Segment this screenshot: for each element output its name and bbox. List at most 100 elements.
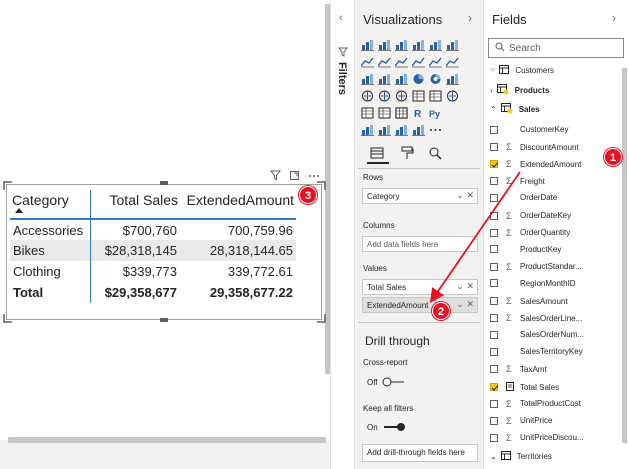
drill-through-well[interactable]: Add drill-through fields here bbox=[362, 444, 478, 462]
card-icon[interactable] bbox=[412, 89, 425, 102]
field-checkbox[interactable] bbox=[490, 245, 498, 254]
column-header-extended-amount[interactable]: ExtendedAmount bbox=[180, 190, 296, 220]
field-checkbox[interactable] bbox=[490, 228, 498, 237]
field-item[interactable]: SalesOrderNum... bbox=[490, 330, 584, 339]
field-item[interactable]: Σ OrderDateKey bbox=[490, 211, 571, 221]
r-visual-icon[interactable]: R bbox=[412, 106, 425, 120]
field-checkbox[interactable] bbox=[490, 399, 498, 408]
field-checkbox[interactable] bbox=[490, 314, 498, 323]
remove-field-icon[interactable]: ⌄ ✕ bbox=[456, 299, 474, 310]
remove-field-icon[interactable]: ⌄ ✕ bbox=[456, 281, 474, 292]
stacked-column-icon[interactable] bbox=[378, 38, 391, 51]
column-header-total-sales[interactable]: Total Sales bbox=[89, 190, 180, 220]
field-checkbox[interactable] bbox=[490, 433, 498, 442]
remove-field-icon[interactable]: ⌄ ✕ bbox=[456, 190, 474, 201]
field-checkbox[interactable] bbox=[490, 347, 498, 356]
kpi-icon[interactable] bbox=[446, 89, 459, 102]
gauge-icon[interactable] bbox=[395, 89, 408, 102]
ribbon-chart-icon[interactable] bbox=[445, 55, 459, 68]
keep-all-filters-toggle[interactable]: On bbox=[367, 422, 406, 432]
table-row[interactable]: Clothing $339,773 339,772.61 bbox=[10, 261, 296, 282]
field-item[interactable]: CustomerKey bbox=[490, 125, 568, 134]
resize-handle-bottom-right[interactable] bbox=[316, 313, 326, 323]
field-checkbox[interactable] bbox=[490, 160, 499, 169]
filled-map-icon[interactable] bbox=[378, 89, 391, 102]
line-column-icon[interactable] bbox=[411, 55, 425, 68]
decomposition-tree-icon[interactable] bbox=[378, 123, 391, 136]
field-item[interactable]: Σ SalesAmount bbox=[490, 296, 568, 306]
field-checkbox[interactable] bbox=[490, 211, 498, 220]
matrix-visual-icon[interactable] bbox=[395, 106, 408, 119]
field-item[interactable]: Σ TotalProductCost bbox=[490, 399, 581, 409]
table-sales[interactable]: ⌃ Sales bbox=[490, 103, 540, 116]
key-influencers-icon[interactable] bbox=[361, 123, 374, 136]
rows-well[interactable]: Category ⌄ ✕ bbox=[362, 188, 478, 204]
field-item[interactable]: OrderDate bbox=[490, 193, 557, 202]
chevron-left-icon[interactable]: ‹ bbox=[339, 12, 343, 24]
field-checkbox[interactable] bbox=[490, 279, 498, 288]
columns-well[interactable]: Add data fields here bbox=[362, 236, 478, 252]
field-item[interactable]: Σ Freight bbox=[490, 176, 545, 186]
field-item[interactable]: Σ UnitPrice bbox=[490, 416, 552, 426]
clustered-column-icon[interactable] bbox=[412, 38, 425, 51]
field-item[interactable]: Σ ExtendedAmount bbox=[490, 159, 581, 169]
treemap-icon[interactable] bbox=[446, 72, 459, 85]
python-visual-icon[interactable]: Py bbox=[429, 106, 442, 119]
field-checkbox[interactable] bbox=[490, 416, 498, 425]
field-checkbox[interactable] bbox=[490, 193, 498, 202]
sort-ascending-icon[interactable] bbox=[12, 208, 88, 214]
100-column-icon[interactable] bbox=[446, 38, 459, 51]
table-visual-icon[interactable] bbox=[378, 106, 391, 119]
resize-handle-bottom[interactable] bbox=[160, 318, 168, 322]
stacked-bar-icon[interactable] bbox=[361, 38, 374, 51]
cross-report-toggle[interactable]: Off bbox=[367, 377, 406, 387]
field-item[interactable]: Total Sales bbox=[490, 381, 559, 393]
line-chart-icon[interactable] bbox=[360, 55, 374, 68]
field-checkbox[interactable] bbox=[490, 177, 498, 186]
multi-row-card-icon[interactable] bbox=[429, 89, 442, 102]
table-customers[interactable]: ⌵ Customers bbox=[490, 65, 554, 75]
field-checkbox[interactable] bbox=[490, 262, 498, 271]
stacked-area-icon[interactable] bbox=[394, 55, 408, 68]
field-item[interactable]: Σ TaxAmt bbox=[490, 364, 547, 374]
focus-mode-icon[interactable] bbox=[289, 170, 300, 184]
analytics-icon[interactable] bbox=[428, 146, 442, 165]
field-item[interactable]: Σ UnitPriceDiscou... bbox=[490, 433, 584, 443]
table-products[interactable]: › Products bbox=[490, 84, 549, 97]
fields-scrollbar[interactable] bbox=[622, 68, 627, 443]
field-item[interactable]: Σ ProductStandar... bbox=[490, 262, 582, 272]
field-checkbox[interactable] bbox=[490, 330, 498, 339]
resize-handle-top[interactable] bbox=[160, 181, 168, 185]
column-header-category[interactable]: Category bbox=[10, 190, 90, 220]
field-checkbox[interactable] bbox=[490, 143, 498, 152]
paint-roller-icon[interactable] bbox=[400, 146, 414, 165]
values-field-total-sales[interactable]: Total Sales ⌄ ✕ bbox=[362, 279, 478, 295]
more-visuals-icon[interactable] bbox=[429, 123, 442, 135]
scatter-icon[interactable] bbox=[395, 72, 408, 85]
smart-narrative-icon[interactable] bbox=[412, 123, 425, 136]
field-item[interactable]: ProductKey bbox=[490, 245, 561, 254]
search-input[interactable]: Search bbox=[488, 38, 624, 58]
area-chart-icon[interactable] bbox=[377, 55, 391, 68]
waterfall-icon[interactable] bbox=[361, 72, 374, 85]
map-icon[interactable] bbox=[361, 89, 374, 102]
field-checkbox[interactable] bbox=[490, 383, 499, 391]
pie-chart-icon[interactable] bbox=[412, 72, 425, 84]
filters-label[interactable]: Filters bbox=[336, 62, 348, 95]
table-row[interactable]: Accessories $700,760 700,759.96 bbox=[10, 219, 296, 240]
total-row[interactable]: Total $29,358,677 29,358,677.22 bbox=[10, 282, 296, 303]
clustered-bar-icon[interactable] bbox=[395, 38, 408, 51]
values-field-extended-amount[interactable]: ExtendedAmount ⌄ ✕ bbox=[362, 297, 478, 313]
resize-handle-top-right[interactable] bbox=[316, 181, 326, 191]
field-checkbox[interactable] bbox=[490, 297, 498, 305]
field-item[interactable]: Σ OrderQuantity bbox=[490, 228, 570, 238]
table-territories[interactable]: ⌄ Territories bbox=[490, 451, 552, 462]
rows-field-chip[interactable]: Category bbox=[367, 192, 399, 201]
field-checkbox[interactable] bbox=[490, 365, 498, 374]
table-row[interactable]: Bikes $28,318,145 28,318,144.65 bbox=[10, 240, 296, 261]
qa-icon[interactable] bbox=[395, 123, 408, 136]
field-item[interactable]: Σ SalesOrderLine... bbox=[490, 313, 582, 323]
slicer-icon[interactable] bbox=[361, 106, 374, 119]
chevron-right-icon[interactable]: › bbox=[612, 11, 616, 25]
field-item[interactable]: Σ DiscountAmount bbox=[490, 142, 579, 152]
